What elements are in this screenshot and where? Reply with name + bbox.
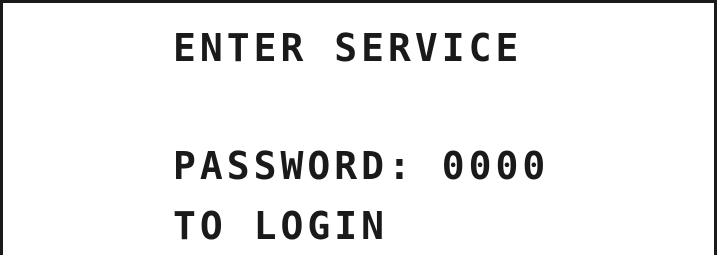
lcd-display: ENTER SERVICE PASSWORD: 0000 TO LOGIN — [0, 0, 717, 255]
display-line-to-login: TO LOGIN — [173, 204, 389, 248]
display-line-password: PASSWORD: 0000 — [173, 144, 550, 188]
display-line-enter-service: ENTER SERVICE — [173, 26, 523, 70]
